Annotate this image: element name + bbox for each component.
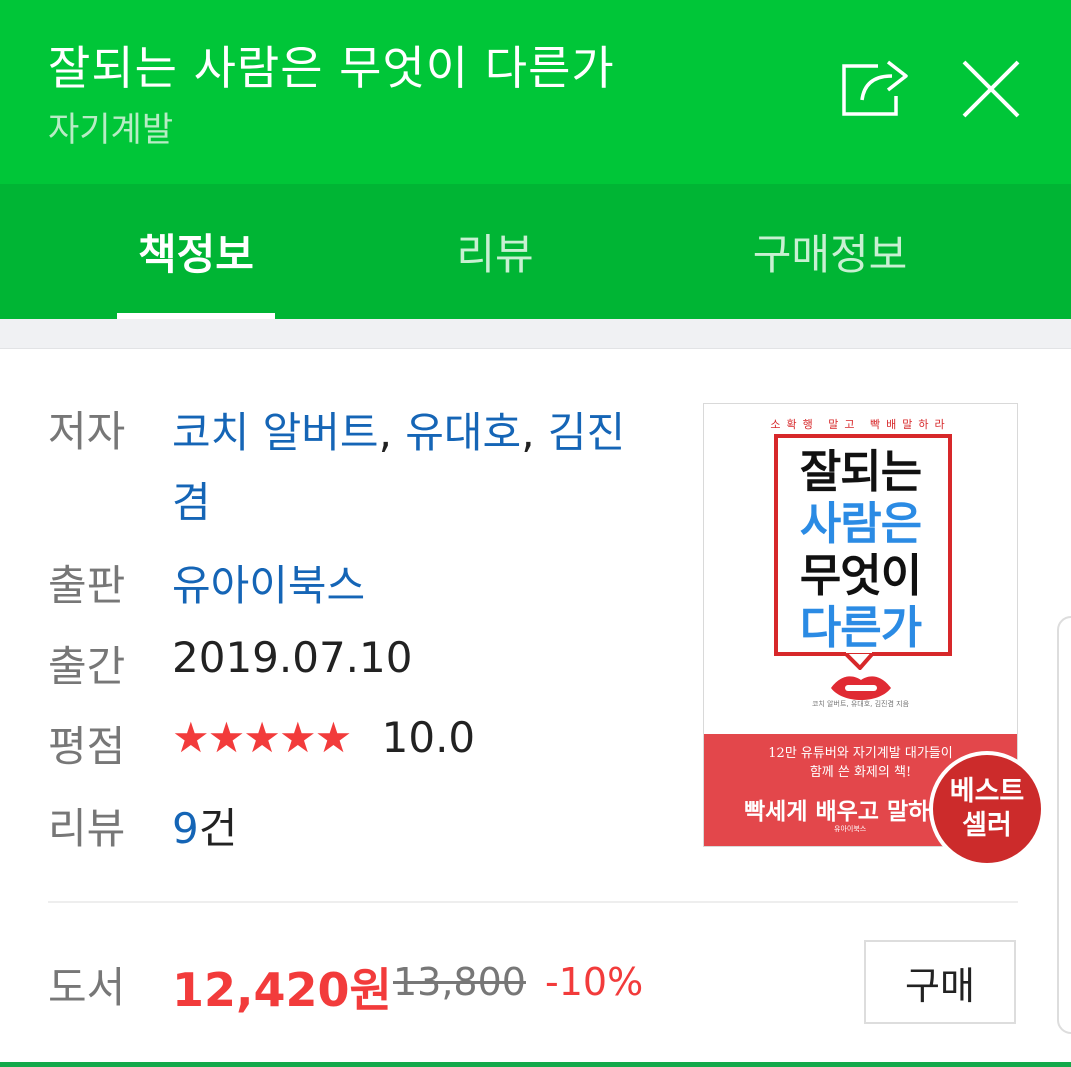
publisher-link[interactable]: 유아이북스 xyxy=(172,552,365,613)
review-unit: 건 xyxy=(198,804,238,853)
rating-stars: ★★★★★ xyxy=(172,713,352,762)
tab-bar: 책정보 리뷰 구매정보 xyxy=(0,184,1071,319)
release-date-label: 출간 xyxy=(48,642,126,691)
original-price: 13,800 xyxy=(393,960,526,1004)
bottom-border xyxy=(0,1062,1071,1067)
author-value: 코치 알버트, 유대호, 김진겸 xyxy=(172,398,642,538)
cover-publisher-logo: 유아이북스 xyxy=(834,825,867,833)
cover-authors: 코치 알버트, 유대호, 김진겸 지음 xyxy=(811,700,910,708)
buy-button[interactable]: 구매 xyxy=(864,940,1016,1024)
price-label: 도서 xyxy=(48,963,126,1012)
bubble-tail-icon xyxy=(844,652,874,670)
author-separator: , xyxy=(378,408,406,457)
book-title: 잘되는 사람은 무엇이 다른가 xyxy=(48,41,615,95)
publisher-label: 출판 xyxy=(48,561,126,610)
discount-rate: -10% xyxy=(545,960,644,1004)
book-category: 자기계발 xyxy=(48,110,174,150)
review-count-link[interactable]: 9건 xyxy=(172,795,237,856)
tab-purchase-info[interactable]: 구매정보 xyxy=(720,184,940,319)
author-link-1[interactable]: 코치 알버트 xyxy=(172,408,379,457)
bestseller-badge: 베스트 셀러 xyxy=(929,751,1045,867)
share-icon[interactable] xyxy=(838,56,914,120)
close-icon[interactable] xyxy=(960,58,1022,120)
rating-value: 10.0 xyxy=(381,713,476,762)
rating-label: 평점 xyxy=(48,722,126,771)
author-link-2[interactable]: 유대호 xyxy=(405,408,521,457)
release-date: 2019.07.10 xyxy=(172,633,413,682)
tab-book-info[interactable]: 책정보 xyxy=(117,184,275,319)
author-separator: , xyxy=(521,408,548,457)
sale-price: 12,420원 xyxy=(172,963,392,1017)
review-count: 9 xyxy=(172,804,199,853)
app-header: 잘되는 사람은 무엇이 다른가 자기계발 xyxy=(0,0,1071,184)
section-separator xyxy=(0,319,1071,349)
review-label: 리뷰 xyxy=(48,804,126,853)
side-scroll-handle[interactable] xyxy=(1057,616,1071,1034)
tab-reviews[interactable]: 리뷰 xyxy=(415,184,575,319)
cover-title: 잘되는 사람은 무엇이 다른가 xyxy=(799,445,922,654)
divider xyxy=(48,901,1018,903)
rating: ★★★★★ 10.0 xyxy=(172,713,475,762)
author-label: 저자 xyxy=(48,407,126,456)
cover-tagline: 소확행 말고 빡배말하라 xyxy=(770,418,951,431)
